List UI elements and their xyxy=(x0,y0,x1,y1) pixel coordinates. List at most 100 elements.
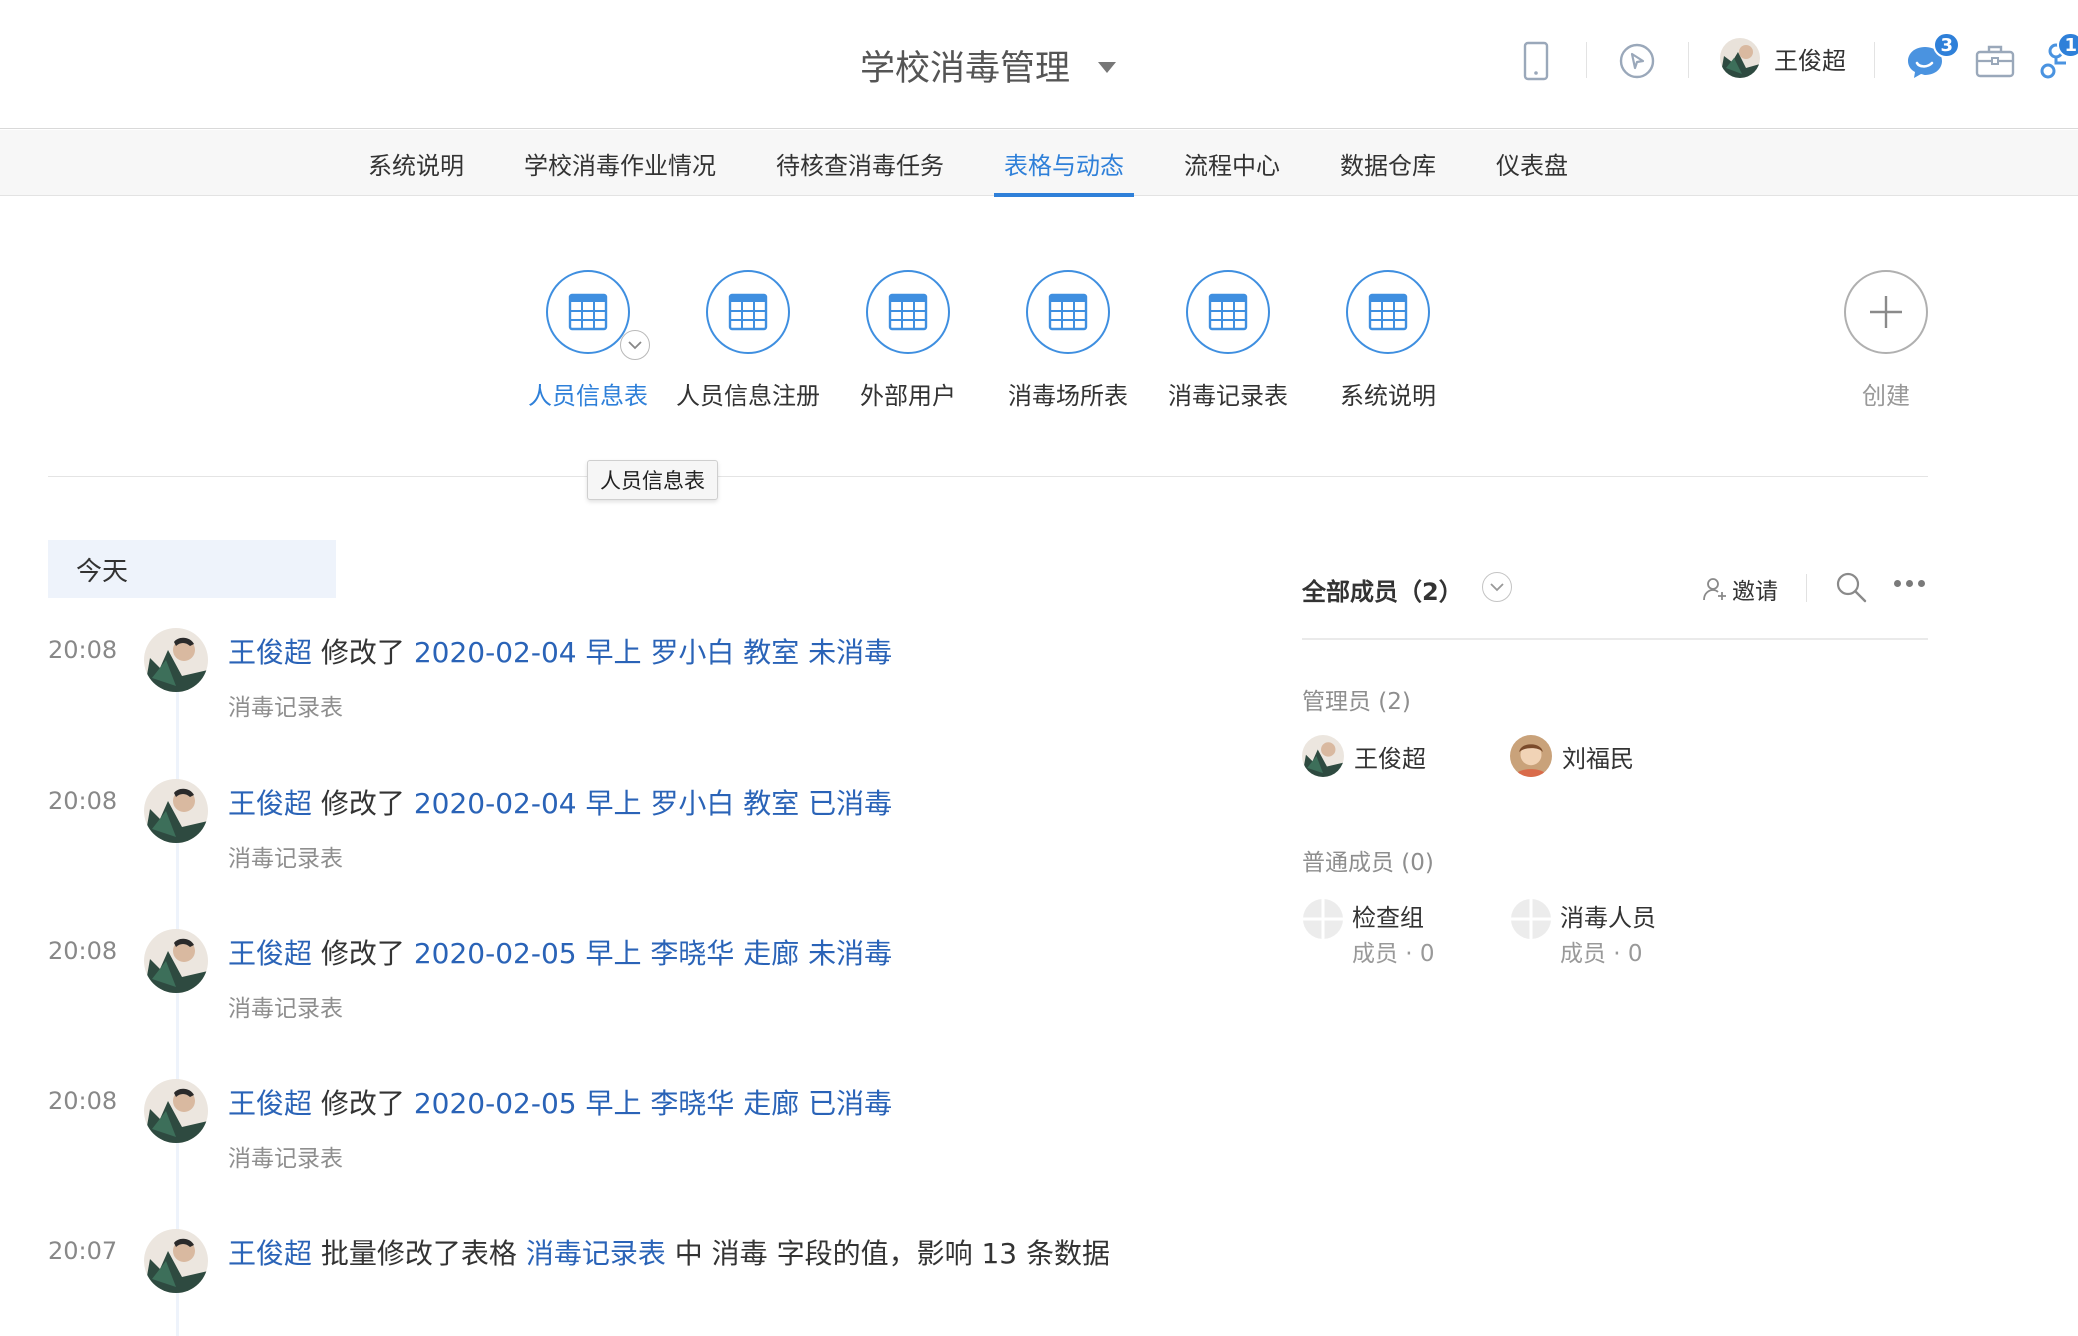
tab-pending-check-tasks[interactable]: 待核查消毒任务 xyxy=(766,130,954,196)
activity-detail: 中 消毒 字段的值，影响 13 条数据 xyxy=(674,1237,1110,1270)
search-icon[interactable] xyxy=(1834,570,1868,608)
flow-icon[interactable]: 1 xyxy=(2040,32,2078,84)
role-name: 检查组 xyxy=(1352,904,1424,932)
form-disinfection-sites[interactable]: 消毒场所表 xyxy=(988,270,1148,411)
form-external-users[interactable]: 外部用户 xyxy=(828,270,988,411)
current-user-name: 王俊超 xyxy=(1774,46,1846,75)
avatar xyxy=(1720,38,1760,78)
activity-table-link[interactable]: 消毒记录表 xyxy=(526,1237,666,1270)
activity-source[interactable]: 消毒记录表 xyxy=(228,839,343,873)
avatar[interactable] xyxy=(144,1229,208,1293)
members-title: 全部成员（2） xyxy=(1302,578,1463,606)
activity-action: 修改了 xyxy=(320,937,405,970)
activity-user-link[interactable]: 王俊超 xyxy=(228,937,312,970)
activity-action: 批量修改了表格 xyxy=(320,1237,517,1270)
group-icon xyxy=(1302,898,1344,944)
activity-source[interactable]: 消毒记录表 xyxy=(228,1139,343,1173)
group-icon xyxy=(1510,898,1552,944)
activity-source[interactable]: 消毒记录表 xyxy=(228,989,343,1023)
table-icon xyxy=(866,270,950,354)
chevron-down-icon[interactable] xyxy=(620,330,650,360)
tab-data-warehouse[interactable]: 数据仓库 xyxy=(1330,130,1446,196)
plus-icon xyxy=(1844,270,1928,354)
section-divider xyxy=(48,476,1928,477)
activity-source[interactable]: 消毒记录表 xyxy=(228,688,343,722)
regular-group-label: 普通成员 (0) xyxy=(1302,850,1434,876)
role-count: 成员 · 0 xyxy=(1352,941,1435,967)
create-form-button[interactable]: 创建 xyxy=(1806,270,1966,411)
header-separator xyxy=(1688,42,1689,78)
current-user[interactable]: 王俊超 xyxy=(1720,38,1846,78)
table-icon xyxy=(1186,270,1270,354)
members-divider xyxy=(1302,638,1928,640)
form-disinfection-records[interactable]: 消毒记录表 xyxy=(1148,270,1308,411)
admin-member[interactable]: 王俊超 xyxy=(1302,735,1426,777)
activity-record-link[interactable]: 2020-02-05 早上 李晓华 走廊 未消毒 xyxy=(414,937,892,970)
app-title[interactable]: 学校消毒管理 xyxy=(860,40,1117,91)
avatar[interactable] xyxy=(144,779,208,843)
chat-icon[interactable]: 3 xyxy=(1904,32,1960,84)
activity-user-link[interactable]: 王俊超 xyxy=(228,1237,312,1270)
role-name: 消毒人员 xyxy=(1560,904,1656,932)
toolbar-separator xyxy=(1806,574,1807,602)
activity-text: 王俊超 修改了 2020-02-05 早上 李晓华 走廊 未消毒 xyxy=(228,933,1108,975)
activity-time: 20:08 xyxy=(48,1087,118,1115)
avatar xyxy=(1510,735,1552,777)
create-label: 创建 xyxy=(1862,382,1910,410)
form-label: 人员信息表 xyxy=(528,382,648,410)
tab-dashboard[interactable]: 仪表盘 xyxy=(1486,130,1578,196)
activity-text: 王俊超 批量修改了表格 消毒记录表 中 消毒 字段的值，影响 13 条数据 xyxy=(228,1233,1148,1275)
date-group-header: 今天 xyxy=(48,540,336,598)
mobile-icon[interactable] xyxy=(1513,38,1559,84)
tab-school-disinfection-status[interactable]: 学校消毒作业情况 xyxy=(514,130,726,196)
form-label: 消毒场所表 xyxy=(1008,382,1128,410)
avatar[interactable] xyxy=(144,628,208,692)
activity-user-link[interactable]: 王俊超 xyxy=(228,787,312,820)
module-nav: 系统说明 学校消毒作业情况 待核查消毒任务 表格与动态 流程中心 数据仓库 仪表… xyxy=(0,130,2078,197)
invite-label: 邀请 xyxy=(1732,579,1778,605)
briefcase-icon[interactable] xyxy=(1972,38,2018,84)
caret-down-icon[interactable] xyxy=(1098,62,1117,73)
app-title-text: 学校消毒管理 xyxy=(860,49,1071,89)
tab-forms-and-activity[interactable]: 表格与动态 xyxy=(994,130,1134,197)
avatar[interactable] xyxy=(144,1079,208,1143)
form-label: 外部用户 xyxy=(860,382,956,410)
activity-time: 20:08 xyxy=(48,787,118,815)
activity-text: 王俊超 修改了 2020-02-04 早上 罗小白 教室 未消毒 xyxy=(228,632,1108,674)
activity-time: 20:08 xyxy=(48,636,118,664)
tab-workflow-center[interactable]: 流程中心 xyxy=(1174,130,1290,196)
header-separator xyxy=(1874,42,1875,78)
activity-action: 修改了 xyxy=(320,636,405,669)
activity-text: 王俊超 修改了 2020-02-04 早上 罗小白 教室 已消毒 xyxy=(228,783,1108,825)
admins-group-label: 管理员 (2) xyxy=(1302,689,1411,715)
activity-record-link[interactable]: 2020-02-04 早上 罗小白 教室 已消毒 xyxy=(414,787,892,820)
table-icon xyxy=(1026,270,1110,354)
tab-system-description[interactable]: 系统说明 xyxy=(358,130,474,196)
activity-time: 20:08 xyxy=(48,937,118,965)
app-header: 学校消毒管理 王俊超 3 1 xyxy=(0,0,2078,129)
activity-text: 王俊超 修改了 2020-02-05 早上 李晓华 走廊 已消毒 xyxy=(228,1083,1108,1125)
compass-icon[interactable] xyxy=(1614,38,1660,84)
avatar xyxy=(1302,735,1344,777)
form-system-description[interactable]: 系统说明 xyxy=(1308,270,1468,411)
chevron-down-icon[interactable] xyxy=(1482,572,1512,602)
form-label: 消毒记录表 xyxy=(1168,382,1288,410)
member-name: 刘福民 xyxy=(1562,744,1634,773)
activity-record-link[interactable]: 2020-02-05 早上 李晓华 走廊 已消毒 xyxy=(414,1087,892,1120)
form-personnel-registration[interactable]: 人员信息注册 xyxy=(668,270,828,411)
form-label: 人员信息注册 xyxy=(676,382,820,410)
table-icon xyxy=(706,270,790,354)
more-options-icon[interactable] xyxy=(1894,580,1925,587)
admin-member[interactable]: 刘福民 xyxy=(1510,735,1634,777)
activity-user-link[interactable]: 王俊超 xyxy=(228,1087,312,1120)
table-icon xyxy=(1346,270,1430,354)
table-icon xyxy=(546,270,630,354)
add-user-icon xyxy=(1703,578,1726,601)
activity-action: 修改了 xyxy=(320,787,405,820)
invite-button[interactable]: 邀请 xyxy=(1702,572,1778,606)
activity-time: 20:07 xyxy=(48,1237,118,1265)
header-separator xyxy=(1586,42,1587,78)
activity-user-link[interactable]: 王俊超 xyxy=(228,636,312,669)
avatar[interactable] xyxy=(144,929,208,993)
activity-record-link[interactable]: 2020-02-04 早上 罗小白 教室 未消毒 xyxy=(414,636,892,669)
